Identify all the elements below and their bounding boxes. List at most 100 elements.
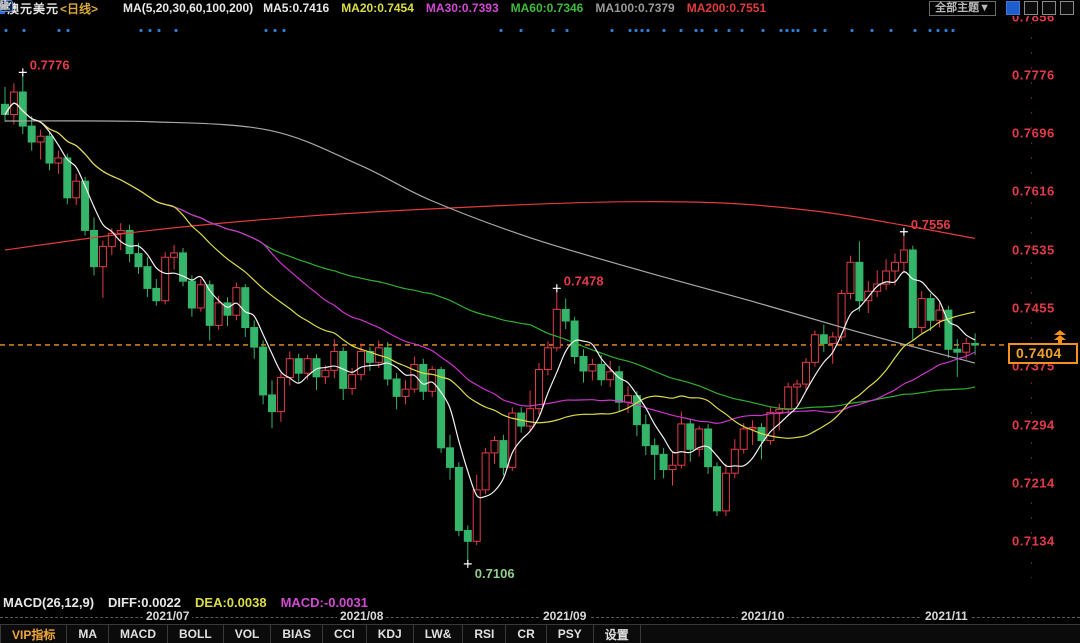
candle-down — [856, 262, 863, 300]
indicator-tab-BIAS[interactable]: BIAS — [271, 625, 323, 643]
macd-macd-value: MACD:-0.0031 — [281, 595, 368, 610]
candle-up — [197, 285, 204, 308]
event-dot — [695, 29, 698, 32]
candle-down — [642, 425, 649, 446]
event-dot — [797, 29, 800, 32]
event-dot — [67, 29, 70, 32]
ma-values: MA5:0.7416MA20:0.7454MA30:0.7393MA60:0.7… — [263, 1, 778, 15]
event-dot — [5, 29, 8, 32]
event-dot — [283, 29, 286, 32]
time-axis-label: 2021/11 — [922, 609, 971, 623]
candle-up — [544, 348, 551, 370]
candle-up — [37, 136, 44, 142]
candle-up — [669, 465, 676, 469]
time-axis-label: 2021/10 — [738, 609, 787, 623]
candle-up — [811, 335, 818, 363]
candle-up — [55, 158, 62, 163]
extreme-cross-marker — [464, 560, 472, 568]
ma-value-ma200: MA200:0.7551 — [687, 1, 766, 15]
period-label: <日线> — [60, 0, 98, 17]
indicator-tab-RSI[interactable]: RSI — [463, 625, 506, 643]
ma-line-ma200 — [5, 202, 975, 250]
pan-right-icon[interactable] — [1060, 1, 1074, 15]
candle-down — [242, 288, 249, 328]
candle-up — [900, 250, 907, 262]
indicator-tab-VIP指标[interactable]: VIP指标 — [0, 625, 67, 643]
crosshair-icon[interactable] — [1006, 1, 1020, 15]
candle-up — [527, 409, 534, 426]
candle-up — [286, 359, 293, 378]
theme-selector-dropdown[interactable]: 全部主题▼ — [929, 1, 996, 16]
indicator-tab-LW&[interactable]: LW& — [414, 625, 464, 643]
candle-up — [117, 230, 124, 233]
pan-axis-icon[interactable] — [1042, 1, 1056, 15]
indicator-tab-VOL[interactable]: VOL — [224, 625, 272, 643]
candle-down — [571, 321, 578, 357]
candle-up — [304, 359, 311, 373]
candle-down — [909, 250, 916, 328]
extreme-price-label: 0.7478 — [564, 273, 604, 288]
candle-down — [927, 299, 934, 321]
chart-type-icon[interactable] — [106, 2, 119, 14]
event-dot — [500, 29, 503, 32]
indicator-tab-PSY[interactable]: PSY — [547, 625, 594, 643]
indicator-tab-设置[interactable]: 设置 — [594, 625, 641, 643]
candle-down — [188, 281, 195, 308]
candle-up — [847, 262, 854, 293]
candle-up — [936, 310, 943, 320]
candle-up — [731, 449, 738, 473]
candle-up — [536, 370, 543, 409]
candle-up — [162, 257, 169, 300]
extreme-cross-marker — [900, 228, 908, 236]
candle-down — [954, 349, 961, 352]
candle-up — [740, 429, 747, 449]
indicator-tab-MA[interactable]: MA — [67, 625, 109, 643]
trading-app-window: 0.77760.71060.74780.7556 澳元美元 <日线> MA(5,… — [0, 0, 1080, 643]
indicator-tab-BOLL[interactable]: BOLL — [168, 625, 224, 643]
price-axis-label: 0.7214 — [1012, 475, 1055, 490]
candle-up — [491, 441, 498, 453]
candle-down — [651, 446, 658, 455]
price-direction-arrow-icon — [1052, 330, 1068, 343]
event-dot — [149, 29, 152, 32]
zoom-axis-icon[interactable] — [1024, 1, 1038, 15]
candle-up — [776, 409, 783, 412]
price-axis-label: 0.7535 — [1012, 243, 1055, 258]
candle-down — [633, 396, 640, 425]
event-dot — [23, 29, 26, 32]
ma-line-5 — [5, 103, 975, 498]
candle-up — [918, 299, 925, 328]
price-axis-label: 0.7294 — [1012, 417, 1055, 432]
candle-up — [99, 246, 106, 266]
indicator-tab-MACD[interactable]: MACD — [109, 625, 168, 643]
candle-down — [660, 454, 667, 469]
event-dot — [780, 29, 783, 32]
candle-down — [144, 267, 151, 289]
event-dot — [629, 29, 632, 32]
event-dot — [851, 29, 854, 32]
candle-down — [972, 343, 979, 344]
candle-down — [687, 424, 694, 449]
candle-up — [482, 453, 489, 490]
event-dot — [265, 29, 268, 32]
indicator-tab-KDJ[interactable]: KDJ — [367, 625, 414, 643]
candle-down — [500, 441, 507, 468]
candle-down — [260, 347, 267, 395]
event-dot — [741, 29, 744, 32]
candle-down — [438, 370, 445, 448]
header-toolbar: 全部主题▼ — [929, 1, 1080, 16]
candle-up — [794, 384, 801, 387]
candle-up — [803, 362, 810, 384]
extreme-price-label: 0.7776 — [30, 57, 70, 72]
event-dot — [871, 29, 874, 32]
candle-down — [153, 288, 160, 300]
ma-value-ma100: MA100:0.7379 — [595, 1, 674, 15]
candle-down — [820, 335, 827, 344]
candle-down — [91, 230, 98, 266]
indicator-tab-CR[interactable]: CR — [506, 625, 546, 643]
ma-value-ma20: MA20:0.7454 — [341, 1, 414, 15]
candle-down — [251, 328, 258, 348]
candle-down — [455, 467, 462, 530]
indicator-tab-CCI[interactable]: CCI — [323, 625, 367, 643]
event-dot — [647, 29, 650, 32]
